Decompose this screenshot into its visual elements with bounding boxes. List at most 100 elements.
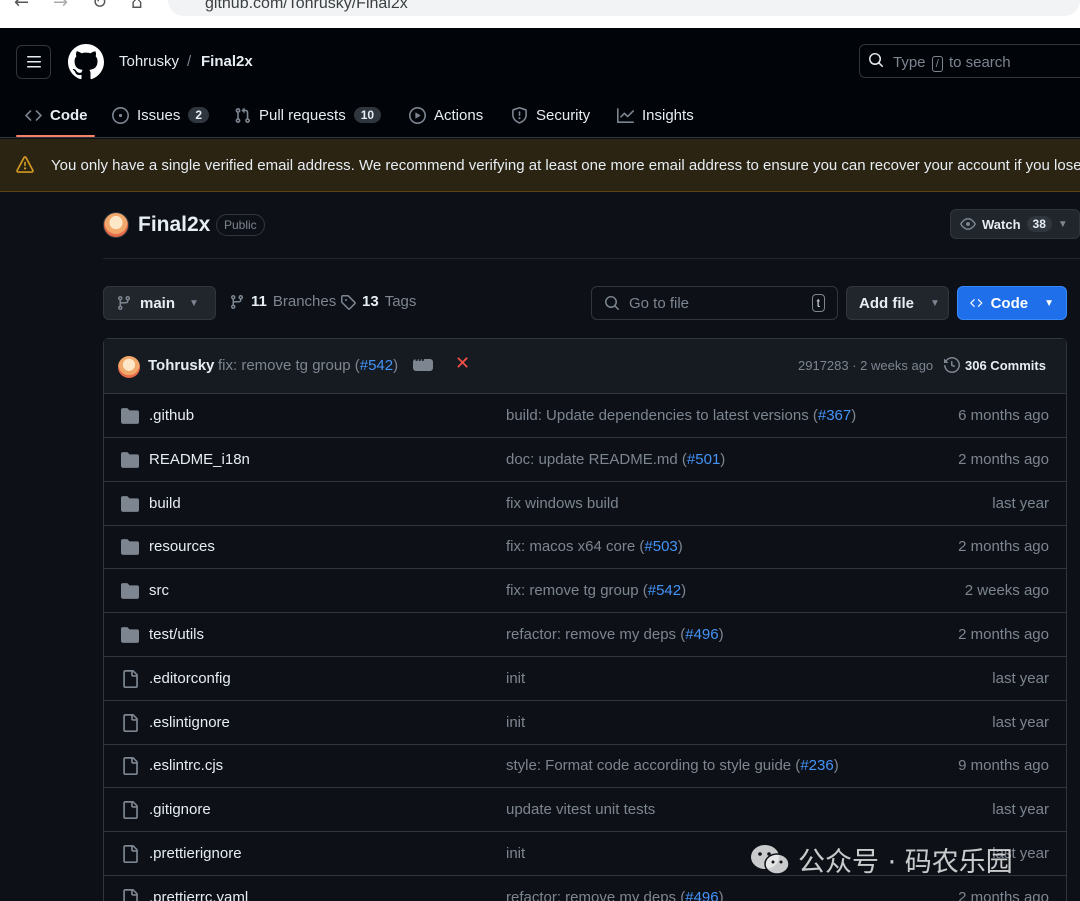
file-name-link[interactable]: .eslintignore	[149, 714, 230, 731]
menu-button[interactable]	[16, 45, 51, 79]
folder-icon	[121, 407, 139, 429]
x-icon[interactable]: ✕	[455, 353, 470, 374]
add-file-button[interactable]: Add file ▼	[846, 286, 949, 320]
file-icon	[121, 757, 139, 779]
file-name-link[interactable]: build	[149, 495, 181, 512]
file-name-link[interactable]: .gitignore	[149, 801, 211, 818]
table-row[interactable]: README_i18ndoc: update README.md (#501)2…	[104, 438, 1066, 482]
file-name-link[interactable]: .prettierignore	[149, 845, 242, 862]
hamburger-icon	[26, 54, 42, 70]
breadcrumb-separator: /	[187, 53, 191, 70]
file-name-link[interactable]: .github	[149, 407, 194, 424]
pr-link[interactable]: #503	[644, 538, 677, 555]
chevron-down-icon: ▼	[189, 298, 199, 309]
file-commit-date: 9 months ago	[958, 757, 1049, 774]
file-commit-date: 2 months ago	[958, 626, 1049, 643]
tab-insights[interactable]: Insights	[617, 104, 694, 126]
chevron-down-icon: ▼	[930, 298, 940, 309]
file-commit-date: 6 months ago	[958, 407, 1049, 424]
commit-sha-time[interactable]: 2917283 · 2 weeks ago	[798, 358, 933, 373]
tags-link[interactable]: 13Tags	[340, 293, 416, 310]
code-icon	[970, 295, 983, 311]
divider	[103, 258, 1080, 259]
file-commit-message[interactable]: init	[506, 670, 525, 687]
folder-icon	[121, 582, 139, 604]
file-name-link[interactable]: .prettierrc.yaml	[149, 889, 248, 901]
file-name-link[interactable]: README_i18n	[149, 451, 250, 468]
commit-author[interactable]: Tohrusky	[148, 357, 214, 374]
file-commit-message[interactable]: init	[506, 714, 525, 731]
play-icon	[409, 107, 426, 124]
url-text[interactable]: github.com/Tohrusky/Final2x	[205, 0, 408, 13]
pr-link[interactable]: #501	[687, 451, 720, 468]
file-commit-message[interactable]: init	[506, 845, 525, 862]
issue-icon	[112, 107, 129, 124]
file-name-link[interactable]: test/utils	[149, 626, 204, 643]
expand-commit-button[interactable]	[413, 359, 433, 371]
branch-select-button[interactable]: main ▼	[103, 286, 216, 320]
tab-issues[interactable]: Issues 2	[112, 104, 209, 126]
watch-count: 38	[1027, 216, 1052, 232]
file-commit-message[interactable]: refactor: remove my deps (#496)	[506, 889, 724, 901]
repo-title[interactable]: Final2x	[138, 213, 210, 237]
watch-button[interactable]: Watch 38 ▼	[950, 209, 1080, 239]
table-row[interactable]: .github build: Update dependencies to lat…	[104, 394, 1066, 438]
table-row[interactable]: .editorconfig init last year	[104, 657, 1066, 701]
file-name-link[interactable]: .editorconfig	[149, 670, 231, 687]
file-commit-message[interactable]: fix: remove tg group (#542)	[506, 582, 686, 599]
pr-link[interactable]: #496	[685, 626, 718, 643]
tab-security[interactable]: Security	[511, 104, 590, 126]
go-to-file-input[interactable]: Go to file t	[591, 286, 838, 320]
pr-link[interactable]: #367	[818, 407, 851, 424]
pr-link[interactable]: #236	[800, 757, 833, 774]
issues-count-badge: 2	[188, 107, 209, 123]
table-row[interactable]: .eslintignoreinitlast year	[104, 701, 1066, 745]
tab-code[interactable]: Code	[25, 104, 88, 126]
tab-pull-requests[interactable]: Pull requests 10	[234, 104, 381, 126]
branches-link[interactable]: 11Branches	[229, 293, 336, 310]
git-branch-icon	[229, 294, 245, 310]
file-commit-message[interactable]: fix: macos x64 core (#503)	[506, 538, 683, 555]
table-row[interactable]: resources fix: macos x64 core (#503) 2 mon…	[104, 525, 1066, 569]
pr-link[interactable]: #542	[648, 582, 681, 599]
pr-link[interactable]: #542	[360, 357, 393, 374]
file-name-link[interactable]: resources	[149, 538, 215, 555]
repo-owner-avatar[interactable]	[103, 212, 129, 238]
commits-history-link[interactable]: 306 Commits	[944, 357, 1046, 373]
file-commit-message[interactable]: doc: update README.md (#501)	[506, 451, 725, 468]
table-row[interactable]: .eslintrc.cjs style: Format code accordin…	[104, 744, 1066, 788]
code-button[interactable]: Code ▼	[957, 286, 1067, 320]
table-row[interactable]: .gitignoreupdate vitest unit testslast y…	[104, 788, 1066, 832]
commit-message[interactable]: fix: remove tg group (#542)	[218, 357, 398, 374]
table-row[interactable]: buildfix windows buildlast year	[104, 482, 1066, 526]
back-icon[interactable]: ←	[14, 0, 29, 13]
owner-link[interactable]: Tohrusky	[119, 53, 179, 70]
home-icon[interactable]: ⌂	[131, 0, 142, 13]
file-commit-message[interactable]: refactor: remove my deps (#496)	[506, 626, 724, 643]
pr-link[interactable]: #496	[685, 889, 718, 901]
warning-message: You only have a single verified email ad…	[51, 157, 1080, 174]
pull-request-icon	[234, 107, 251, 124]
file-commit-message[interactable]: update vitest unit tests	[506, 801, 655, 818]
shield-icon	[511, 107, 528, 124]
file-commit-date: 2 months ago	[958, 538, 1049, 555]
file-commit-date: last year	[992, 670, 1049, 687]
alert-icon	[16, 156, 34, 174]
forward-icon[interactable]: →	[53, 0, 68, 13]
avatar[interactable]	[118, 356, 140, 378]
file-name-link[interactable]: .eslintrc.cjs	[149, 757, 223, 774]
folder-icon	[121, 451, 139, 473]
table-row[interactable]: srcfix: remove tg group (#542)2 weeks ag…	[104, 569, 1066, 613]
table-row[interactable]: test/utils refactor: remove my deps (#496…	[104, 613, 1066, 657]
github-logo-icon[interactable]	[68, 44, 104, 80]
graph-icon	[617, 107, 634, 124]
table-row[interactable]: .prettierrc.yaml refactor: remove my deps…	[104, 876, 1066, 901]
pull-requests-count-badge: 10	[354, 107, 381, 123]
file-name-link[interactable]: src	[149, 582, 169, 599]
reload-icon[interactable]: ↻	[92, 0, 107, 13]
file-commit-message[interactable]: fix windows build	[506, 495, 619, 512]
file-commit-message[interactable]: build: Update dependencies to latest ver…	[506, 407, 856, 424]
file-commit-message[interactable]: style: Format code according to style gu…	[506, 757, 839, 774]
tab-actions[interactable]: Actions	[409, 104, 483, 126]
repo-link[interactable]: Final2x	[201, 53, 253, 70]
